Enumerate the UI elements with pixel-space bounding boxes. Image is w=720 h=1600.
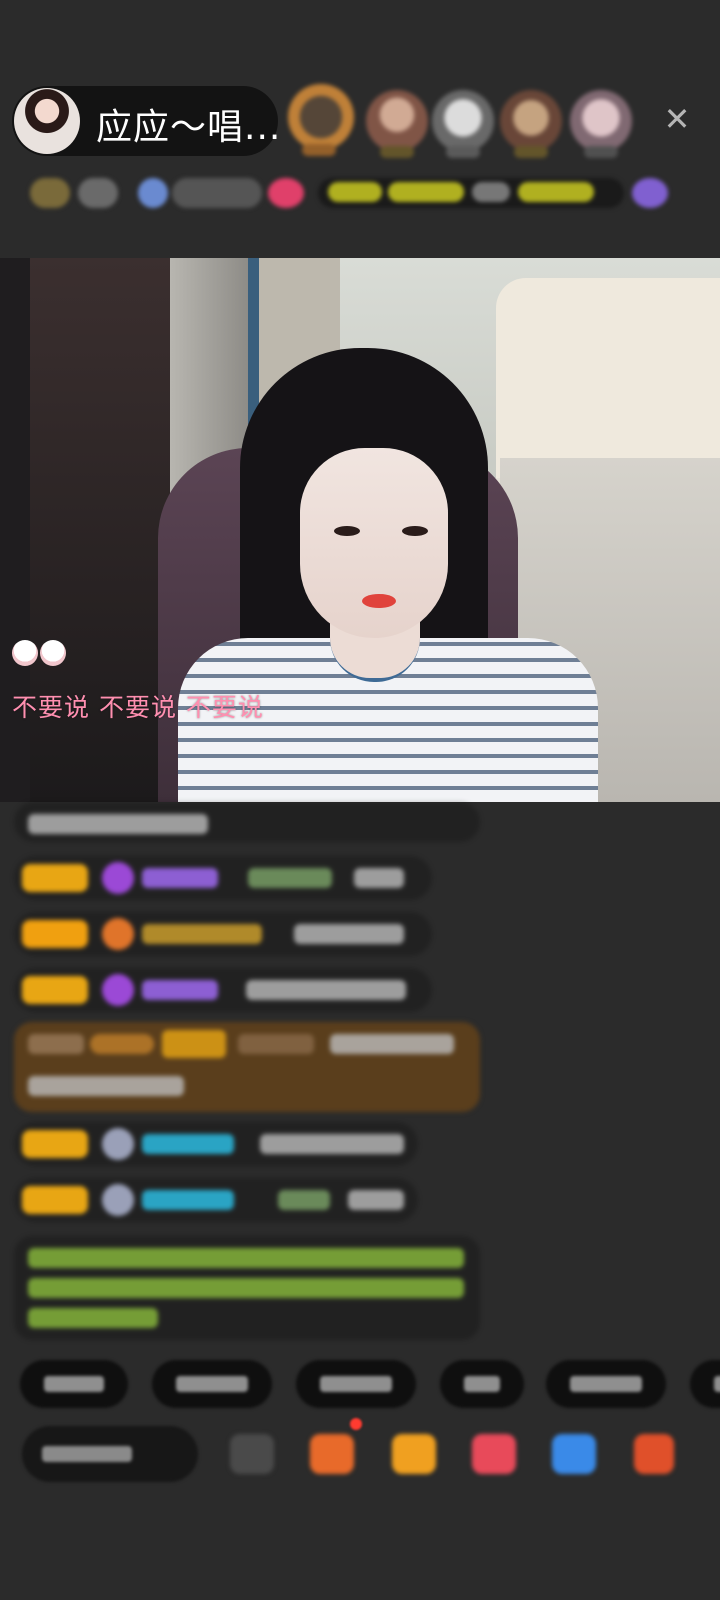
host-avatar[interactable] xyxy=(14,88,80,154)
chat-input[interactable] xyxy=(22,1426,198,1482)
level-badge xyxy=(22,1130,88,1158)
system-notice xyxy=(14,1236,480,1340)
host-name: 应应～唱... xyxy=(96,107,282,148)
user-name[interactable] xyxy=(142,1190,234,1210)
avatar xyxy=(102,1184,134,1216)
quick-reply-button[interactable] xyxy=(152,1360,272,1408)
quick-reply-button[interactable] xyxy=(440,1360,524,1408)
lyric-dot-icon xyxy=(12,640,38,666)
emoji-icon[interactable] xyxy=(230,1434,274,1474)
quick-reply-button[interactable] xyxy=(20,1360,128,1408)
gem-icon xyxy=(102,974,134,1006)
chat-message[interactable] xyxy=(14,968,432,1012)
chat-message[interactable] xyxy=(14,912,432,956)
level-badge xyxy=(22,920,88,948)
level-badge xyxy=(22,864,88,892)
user-name[interactable] xyxy=(278,1190,330,1210)
user-name[interactable] xyxy=(142,980,218,1000)
user-name[interactable] xyxy=(142,868,218,888)
lyric-dot-icon xyxy=(40,640,66,666)
video-headboard xyxy=(496,278,720,478)
level-badge xyxy=(22,1186,88,1214)
viewer-avatar[interactable] xyxy=(570,90,632,158)
level-badge xyxy=(22,976,88,1004)
video-eye-right xyxy=(402,526,428,536)
lyric-indicator xyxy=(12,640,68,670)
share-icon[interactable] xyxy=(552,1434,596,1474)
quick-reply-button[interactable] xyxy=(690,1360,720,1408)
notification-dot xyxy=(350,1418,362,1430)
avatar xyxy=(102,1128,134,1160)
video-eye-left xyxy=(334,526,360,536)
video-streamer-face xyxy=(300,448,448,638)
fan-badge-icon xyxy=(102,918,134,950)
room-tag-bar[interactable] xyxy=(22,170,686,216)
viewer-avatar[interactable] xyxy=(432,90,494,158)
gem-icon xyxy=(102,862,134,894)
viewer-avatar[interactable] xyxy=(500,90,562,158)
video-lips xyxy=(362,594,396,608)
chat-message[interactable] xyxy=(14,856,432,900)
gift-icon[interactable] xyxy=(634,1434,674,1474)
red-packet-icon[interactable] xyxy=(392,1434,436,1474)
user-name[interactable] xyxy=(248,868,332,888)
quick-reply-button[interactable] xyxy=(296,1360,416,1408)
heart-icon[interactable] xyxy=(472,1434,516,1474)
lyric-line: 不要说 不要说 不要说 xyxy=(12,693,264,722)
gift-box-icon[interactable] xyxy=(310,1434,354,1474)
chat-message-highlight[interactable] xyxy=(14,1022,480,1112)
user-name[interactable] xyxy=(142,1134,234,1154)
chat-message[interactable] xyxy=(14,1122,418,1166)
host-info-pill[interactable]: 应应～唱... xyxy=(12,86,282,156)
close-icon[interactable]: ✕ xyxy=(662,103,692,135)
user-name[interactable] xyxy=(142,924,262,944)
chat-message[interactable] xyxy=(14,1178,418,1222)
viewer-avatar[interactable] xyxy=(366,90,428,158)
chat-message[interactable] xyxy=(14,802,480,842)
quick-reply-button[interactable] xyxy=(546,1360,666,1408)
viewer-avatar[interactable] xyxy=(288,84,354,156)
